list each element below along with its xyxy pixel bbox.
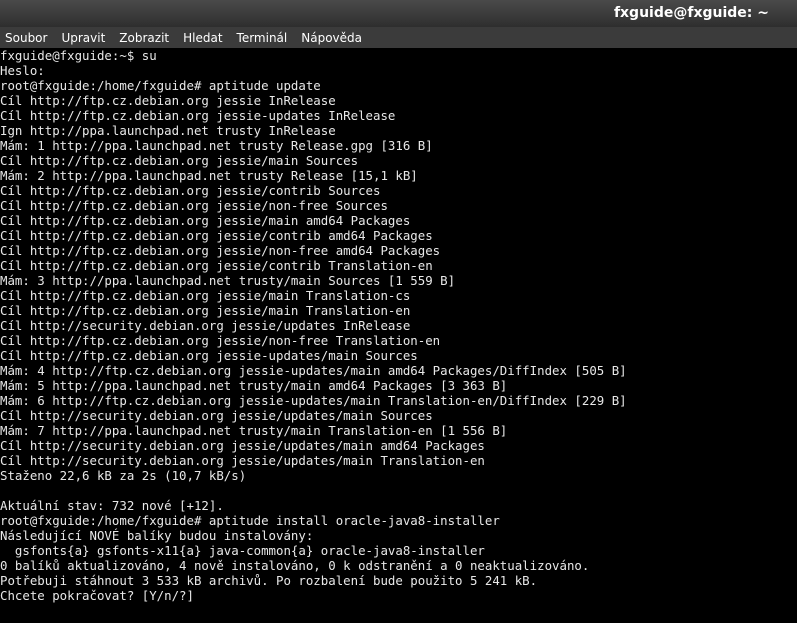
terminal-line: Cíl http://ftp.cz.debian.org jessie/non-… (0, 243, 441, 258)
menu-napoveda[interactable]: Nápověda (296, 30, 371, 46)
terminal-line: Cíl http://ftp.cz.debian.org jessie/cont… (0, 258, 433, 273)
terminal-line: Cíl http://ftp.cz.debian.org jessie InRe… (0, 93, 336, 108)
terminal-line: Cíl http://security.debian.org jessie/up… (0, 408, 433, 423)
menu-upravit[interactable]: Upravit (56, 30, 114, 46)
terminal-line: Cíl http://security.debian.org jessie/up… (0, 438, 485, 453)
terminal-lines: fxguide@fxguide:~$ su Heslo: root@fxguide:… (0, 48, 797, 603)
terminal-output-area[interactable]: fxguide@fxguide:~$ su Heslo: root@fxguide:… (0, 48, 797, 623)
terminal-line: Následující NOVÉ balíky budou instalován… (0, 528, 314, 543)
terminal-line: Cíl http://ftp.cz.debian.org jessie/non-… (0, 198, 388, 213)
terminal-line: root@fxguide:/home/fxguide# aptitude upd… (0, 78, 321, 93)
terminal-line: Cíl http://ftp.cz.debian.org jessie-upda… (0, 108, 396, 123)
terminal-line: Mám: 7 http://ppa.launchpad.net trusty/m… (0, 423, 508, 438)
terminal-line: Cíl http://security.debian.org jessie/up… (0, 453, 485, 468)
terminal-line: Chcete pokračovat? [Y/n/?] (0, 588, 194, 603)
terminal-line: Heslo: (0, 63, 45, 78)
terminal-line: Cíl http://ftp.cz.debian.org jessie/main… (0, 303, 411, 318)
menu-terminal[interactable]: Terminál (232, 30, 297, 46)
terminal-line: Potřebuji stáhnout 3 533 kB archivů. Po … (0, 573, 538, 588)
terminal-line: Mám: 1 http://ppa.launchpad.net trusty R… (0, 138, 433, 153)
terminal-line: Aktuální stav: 732 nové [+12]. (0, 498, 224, 513)
menu-soubor[interactable]: Soubor (0, 30, 56, 46)
menu-bar: Soubor Upravit Zobrazit Hledat Terminál … (0, 27, 797, 48)
terminal-line: Cíl http://ftp.cz.debian.org jessie/main… (0, 288, 411, 303)
terminal-line: Cíl http://ftp.cz.debian.org jessie/cont… (0, 228, 433, 243)
menu-hledat[interactable]: Hledat (178, 30, 231, 46)
menu-zobrazit[interactable]: Zobrazit (114, 30, 178, 46)
terminal-line: root@fxguide:/home/fxguide# aptitude ins… (0, 513, 500, 528)
terminal-line: Ign http://ppa.launchpad.net trusty InRe… (0, 123, 336, 138)
terminal-line: gsfonts{a} gsfonts-x11{a} java-common{a}… (0, 543, 485, 558)
terminal-line: Cíl http://ftp.cz.debian.org jessie/main… (0, 213, 411, 228)
terminal-line: Mám: 3 http://ppa.launchpad.net trusty/m… (0, 273, 456, 288)
terminal-line: Mám: 2 http://ppa.launchpad.net trusty R… (0, 168, 418, 183)
terminal-line: 0 balíků aktualizováno, 4 nově instalová… (0, 558, 590, 573)
terminal-line: Staženo 22,6 kB za 2s (10,7 kB/s) (0, 468, 247, 483)
terminal-line: Mám: 4 http://ftp.cz.debian.org jessie-u… (0, 363, 627, 378)
terminal-line: Cíl http://ftp.cz.debian.org jessie/cont… (0, 183, 381, 198)
terminal-window: fxguide@fxguide: ~ Soubor Upravit Zobraz… (0, 0, 797, 623)
title-bar[interactable]: fxguide@fxguide: ~ (0, 0, 797, 27)
terminal-line: Cíl http://ftp.cz.debian.org jessie-upda… (0, 348, 418, 363)
terminal-line: Cíl http://ftp.cz.debian.org jessie/main… (0, 153, 359, 168)
terminal-line: Cíl http://ftp.cz.debian.org jessie/non-… (0, 333, 441, 348)
terminal-line: fxguide@fxguide:~$ su (0, 48, 157, 63)
window-title: fxguide@fxguide: ~ (613, 5, 769, 21)
terminal-line: Cíl http://security.debian.org jessie/up… (0, 318, 411, 333)
terminal-line: Mám: 6 http://ftp.cz.debian.org jessie-u… (0, 393, 627, 408)
terminal-line: Mám: 5 http://ppa.launchpad.net trusty/m… (0, 378, 508, 393)
